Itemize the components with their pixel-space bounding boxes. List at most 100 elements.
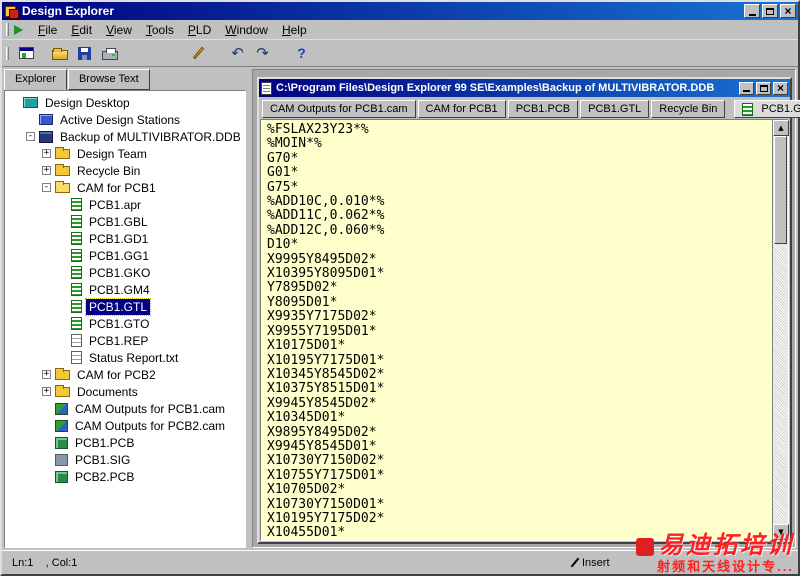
tree-item-label[interactable]: PCB1.GTO <box>86 316 152 332</box>
menu-view[interactable]: View <box>99 21 139 39</box>
tree-item-label[interactable]: CAM Outputs for PCB2.cam <box>72 418 228 434</box>
tree-indent <box>10 238 58 239</box>
insert-caret-icon <box>571 558 580 568</box>
tree-item-label[interactable]: PCB1.REP <box>86 333 151 349</box>
vertical-scrollbar[interactable]: ▲ ▼ <box>772 120 788 540</box>
tree-item[interactable]: + CAM for PCB2 <box>5 366 245 383</box>
active-document-tab[interactable]: PCB1.GTL <box>734 100 800 118</box>
window-title: Design Explorer <box>22 4 744 18</box>
tree-item[interactable]: PCB1.GG1 <box>5 247 245 264</box>
tree-item-label[interactable]: CAM for PCB2 <box>74 367 159 383</box>
tree-item-label[interactable]: CAM Outputs for PCB1.cam <box>72 401 228 417</box>
document-tab[interactable]: PCB1.GTL <box>580 100 649 118</box>
scrollbar-thumb[interactable] <box>774 136 787 244</box>
tree-item[interactable]: CAM Outputs for PCB2.cam <box>5 417 245 434</box>
tree-item-label[interactable]: Status Report.txt <box>86 350 181 366</box>
tree-item-label[interactable]: PCB1.SIG <box>72 452 133 468</box>
collapse-icon[interactable]: - <box>42 183 51 192</box>
tree-item-label[interactable]: Design Desktop <box>42 95 133 111</box>
tree-item-label[interactable]: PCB1.GTL <box>86 299 150 315</box>
document-tab[interactable]: CAM for PCB1 <box>418 100 506 118</box>
tree-item[interactable]: PCB1.apr <box>5 196 245 213</box>
tree-item-label[interactable]: PCB1.apr <box>86 197 144 213</box>
tree-item-label[interactable]: Documents <box>74 384 141 400</box>
tree-item[interactable]: - Backup of MULTIVIBRATOR.DDB <box>5 128 245 145</box>
edit-pen-button[interactable] <box>186 42 211 64</box>
tree-item-label[interactable]: PCB1.GKO <box>86 265 153 281</box>
tree-item[interactable]: PCB2.PCB <box>5 468 245 485</box>
document-tab[interactable]: CAM Outputs for PCB1.cam <box>262 100 416 118</box>
toolbar-grip[interactable] <box>6 47 9 60</box>
scrollbar-track[interactable] <box>773 136 788 524</box>
tree-item[interactable]: + Design Team <box>5 145 245 162</box>
close-button[interactable]: × <box>780 4 796 18</box>
tree-item[interactable]: PCB1.GTL <box>5 298 245 315</box>
pcb-doc-icon <box>55 471 68 483</box>
tree-item[interactable]: PCB1.GM4 <box>5 281 245 298</box>
tree-item[interactable]: PCB1.SIG <box>5 451 245 468</box>
document-icon[interactable] <box>261 82 272 95</box>
tree-item[interactable]: PCB1.GTO <box>5 315 245 332</box>
tab-explorer[interactable]: Explorer <box>4 69 67 90</box>
menu-file[interactable]: File <box>31 21 64 39</box>
collapse-icon[interactable]: - <box>26 132 35 141</box>
tree-item[interactable]: Active Design Stations <box>5 111 245 128</box>
tree-item[interactable]: Status Report.txt <box>5 349 245 366</box>
menu-window[interactable]: Window <box>218 21 275 39</box>
tree-item[interactable]: PCB1.PCB <box>5 434 245 451</box>
tree-item-label[interactable]: PCB1.PCB <box>72 435 137 451</box>
tree-item[interactable]: + Documents <box>5 383 245 400</box>
tree-item-label[interactable]: CAM for PCB1 <box>74 180 159 196</box>
tab-browse-text[interactable]: Browse Text <box>68 69 150 90</box>
document-tab[interactable]: Recycle Bin <box>651 100 725 118</box>
menu-edit[interactable]: Edit <box>64 21 99 39</box>
undo-button[interactable]: ↶ <box>225 42 250 64</box>
expand-icon[interactable]: + <box>42 370 51 379</box>
app-icon[interactable] <box>4 5 18 18</box>
expand-icon[interactable]: + <box>42 149 51 158</box>
doc-minimize-button[interactable] <box>739 82 754 95</box>
tree-indent <box>10 357 58 358</box>
menu-tools[interactable]: Tools <box>139 21 181 39</box>
redo-button[interactable]: ↷ <box>250 42 275 64</box>
doc-close-button[interactable]: × <box>773 82 788 95</box>
tree-item[interactable]: PCB1.GBL <box>5 213 245 230</box>
tree-item[interactable]: PCB1.GKO <box>5 264 245 281</box>
help-button[interactable]: ? <box>289 42 314 64</box>
tree-item[interactable]: PCB1.GD1 <box>5 230 245 247</box>
expand-icon[interactable]: + <box>42 387 51 396</box>
tree-item[interactable]: CAM Outputs for PCB1.cam <box>5 400 245 417</box>
tree-item-label[interactable]: PCB1.GBL <box>86 214 151 230</box>
document-tabbar: CAM Outputs for PCB1.camCAM for PCB1PCB1… <box>259 97 790 119</box>
scrollbar-up-button[interactable]: ▲ <box>773 120 789 136</box>
menu-help[interactable]: Help <box>275 21 314 39</box>
tree-item-label[interactable]: PCB1.GD1 <box>86 231 151 247</box>
tree-item-label[interactable]: Recycle Bin <box>74 163 143 179</box>
tree-item[interactable]: Design Desktop <box>5 94 245 111</box>
expand-icon[interactable]: + <box>42 166 51 175</box>
scrollbar-down-button[interactable]: ▼ <box>773 524 789 540</box>
tree-indent <box>10 476 42 477</box>
tree-item-label[interactable]: Active Design Stations <box>57 112 183 128</box>
minimize-button[interactable] <box>744 4 760 18</box>
sig-doc-icon <box>55 454 68 466</box>
text-editor[interactable]: %FSLAX23Y23*% %MOIN*% G70* G01* G75* %AD… <box>261 120 772 540</box>
tree-item-label[interactable]: PCB1.GG1 <box>86 248 152 264</box>
tree-item-label[interactable]: Design Team <box>74 146 150 162</box>
open-button[interactable] <box>47 42 72 64</box>
tree-item-label[interactable]: PCB1.GM4 <box>86 282 153 298</box>
doc-maximize-button[interactable] <box>756 82 771 95</box>
tree-item-label[interactable]: PCB2.PCB <box>72 469 137 485</box>
tree-item[interactable]: + Recycle Bin <box>5 162 245 179</box>
maximize-button[interactable] <box>762 4 778 18</box>
tree-item[interactable]: - CAM for PCB1 <box>5 179 245 196</box>
design-manager-toggle-button[interactable] <box>14 42 39 64</box>
document-tab[interactable]: PCB1.PCB <box>508 100 578 118</box>
menubar-grip[interactable] <box>6 23 9 36</box>
menu-pld[interactable]: PLD <box>181 21 218 39</box>
save-button[interactable] <box>72 42 97 64</box>
tree-item[interactable]: PCB1.REP <box>5 332 245 349</box>
tree-item-label[interactable]: Backup of MULTIVIBRATOR.DDB <box>57 129 244 145</box>
tree-indent <box>10 340 58 341</box>
print-button[interactable] <box>97 42 122 64</box>
